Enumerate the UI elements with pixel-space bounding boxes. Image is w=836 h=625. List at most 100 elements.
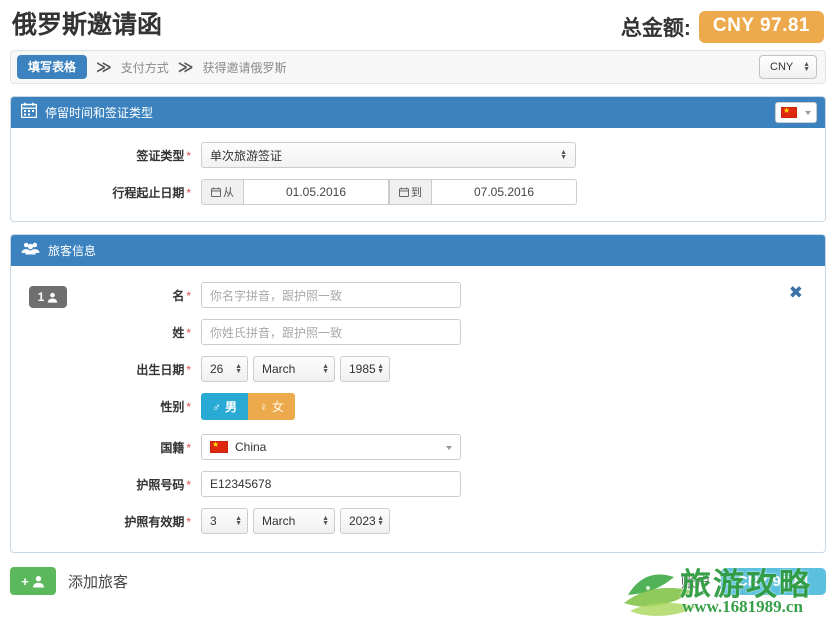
nationality-row: 国籍* China (71, 434, 789, 460)
add-passenger-group[interactable]: + 添加旅客 (10, 567, 128, 595)
total-label: 总金额: (620, 17, 691, 40)
spinner-arrows-icon: ▲ ▼ (560, 149, 567, 161)
passport-expiry-month-select[interactable]: March ▲ ▼ (253, 508, 335, 534)
nationality-value: China (235, 440, 267, 454)
last-name-control: 你姓氏拼音，跟护照一致 (201, 319, 461, 345)
currency-select-value: CNY (770, 61, 794, 73)
visa-type-select-value: 单次旅游签证 (210, 148, 283, 163)
add-user-icon (32, 575, 44, 588)
trip-date-to-addon: 到 (389, 179, 431, 205)
birth-date-control: 26 ▲ ▼ March ▲ ▼ 1985 ▲ ▼ (201, 356, 395, 382)
last-name-input[interactable]: 你姓氏拼音，跟护照一致 (201, 319, 461, 345)
first-name-control: 你名字拼音，跟护照一致 (201, 282, 461, 308)
steps-bar: 填写表格 ≫ 支付方式 ≫ 获得邀请俄罗斯 CNY ▲ ▼ (10, 50, 826, 84)
visa-type-label: 签证类型 * (11, 147, 201, 164)
cn-flag-icon (210, 439, 228, 453)
trip-dates-label-text: 行程起止日期 (112, 185, 185, 200)
birth-year-select[interactable]: 1985 ▲ ▼ (340, 356, 390, 382)
calendar-icon (20, 102, 38, 123)
step-fill-form[interactable]: 填写表格 (17, 55, 88, 79)
passport-number-control: E12345678 (201, 471, 461, 497)
app-root: 俄罗斯邀请函 总金额: CNY 97.81 填写表格 ≫ 支付方式 ≫ 获得邀请… (0, 0, 836, 625)
currency-select[interactable]: CNY ▲ ▼ (759, 55, 817, 79)
trip-date-to-addon-text: 到 (411, 187, 422, 199)
trip-date-from-addon-text: 从 (223, 187, 234, 199)
gender-label-text: 性别 (160, 400, 185, 414)
passenger-badge-wrap: 1 (11, 282, 71, 308)
page-title: 俄罗斯邀请函 (12, 11, 163, 39)
birth-date-label: 出生日期 * (71, 361, 201, 378)
passport-expiry-day-select[interactable]: 3 ▲ ▼ (201, 508, 248, 534)
required-marker: * (186, 185, 191, 200)
visa-panel: 停留时间和签证类型 签证类型* 单次旅游签证 ▲▼ 行程起止日期* (10, 96, 826, 222)
calendar-small-icon (399, 187, 409, 197)
calendar-small-icon (211, 187, 221, 197)
visa-panel-body: 签证类型 * 单次旅游签证 ▲ ▼ 行程起止日期 * 从 01.05.2016 … (11, 128, 825, 221)
birth-month-select[interactable]: March ▲ ▼ (253, 356, 335, 382)
spinner-arrows-icon: ▲ ▼ (322, 515, 329, 527)
female-symbol-icon: ♀ (259, 399, 269, 414)
passport-expiry-label-text: 护照有效期 (124, 514, 185, 529)
visa-panel-header: 停留时间和签证类型 (11, 97, 825, 128)
birth-date-label-text: 出生日期 (136, 362, 185, 377)
nationality-select[interactable]: China (201, 434, 461, 460)
passport-expiry-day-value: 3 (210, 514, 217, 528)
visa-panel-title: 停留时间和签证类型 (45, 106, 154, 120)
passenger-panel-body: 1 名 * 你名字拼音，跟护照一致 姓 * 你姓氏拼音，跟护照一致 出生日期 *… (11, 266, 825, 552)
spinner-arrows-icon: ▲ ▼ (235, 363, 242, 375)
required-marker: * (186, 440, 191, 455)
required-marker: * (186, 148, 191, 163)
passport-number-input[interactable]: E12345678 (201, 471, 461, 497)
passenger-panel-header: 旅客信息 (11, 235, 825, 266)
visa-type-select[interactable]: 单次旅游签证 ▲ ▼ (201, 142, 576, 168)
steps-list: 填写表格 ≫ 支付方式 ≫ 获得邀请俄罗斯 (17, 55, 286, 79)
language-flag-select[interactable] (775, 102, 817, 123)
passport-number-row: 护照号码 * E12345678 (71, 471, 789, 497)
gender-male-button[interactable]: ♂ 男 (201, 393, 249, 420)
trip-date-to-input[interactable]: 07.05.2016 (431, 179, 577, 205)
add-passenger-button[interactable]: + (10, 567, 56, 595)
first-name-label-text: 名 (172, 288, 185, 303)
last-name-row: 姓 * 你姓氏拼音，跟护照一致 (71, 319, 789, 345)
first-name-input[interactable]: 你名字拼音，跟护照一致 (201, 282, 461, 308)
spinner-arrows-icon: ▲ ▼ (803, 61, 810, 73)
visa-type-row: 签证类型 * 单次旅游签证 ▲ ▼ (11, 142, 825, 168)
first-name-row: 名 * 你名字拼音，跟护照一致 (71, 282, 789, 308)
gender-female-button[interactable]: ♀ 女 (248, 393, 296, 420)
step-payment-method[interactable]: 支付方式 (121, 59, 169, 76)
passenger-panel: 旅客信息 1 名 * 你名字拼音，跟护照一致 姓 * 你姓氏拼音，跟护照一致 出… (10, 234, 826, 553)
chevron-down-icon (805, 111, 811, 115)
pay-amount-badge[interactable]: CNY 97.81 (720, 567, 826, 595)
visa-panel-header-left: 停留时间和签证类型 (20, 102, 154, 123)
required-marker: * (186, 288, 191, 303)
passenger-panel-title: 旅客信息 (48, 244, 97, 258)
visa-type-control: 单次旅游签证 ▲ ▼ (201, 142, 576, 168)
step-get-invitation[interactable]: 获得邀请俄罗斯 (202, 59, 286, 76)
trip-dates-control: 从 01.05.2016 到 07.05.2016 (201, 179, 577, 205)
required-marker: * (186, 362, 191, 377)
gender-row: 性别 * ♂ 男 ♀ 女 (71, 393, 789, 420)
last-name-label-text: 姓 (172, 325, 185, 340)
passport-expiry-year-select[interactable]: 2023 ▲ ▼ (340, 508, 390, 534)
add-passenger-label: 添加旅客 (68, 573, 129, 591)
trip-date-from-input[interactable]: 01.05.2016 (243, 179, 389, 205)
footer-right-group: 账户 CNY 97.81 (681, 567, 826, 595)
gender-male-label: 男 (225, 400, 238, 414)
birth-date-row: 出生日期 * 26 ▲ ▼ March ▲ ▼ 1985 ▲ ▼ (71, 356, 789, 382)
trip-dates-row: 行程起止日期 * 从 01.05.2016 到 07.05.2016 (11, 179, 825, 205)
birth-year-value: 1985 (349, 362, 376, 376)
remove-passenger-button[interactable]: ✖ (789, 283, 803, 303)
cn-flag-icon (781, 105, 797, 118)
nationality-control: China (201, 434, 461, 460)
passport-expiry-year-value: 2023 (349, 514, 376, 528)
passport-expiry-label: 护照有效期 * (71, 513, 201, 530)
birth-day-select[interactable]: 26 ▲ ▼ (201, 356, 248, 382)
passport-expiry-month-value: March (262, 514, 296, 528)
required-marker: * (186, 400, 191, 414)
required-marker: * (186, 514, 191, 529)
male-symbol-icon: ♂ (212, 399, 221, 414)
spinner-arrows-icon: ▲ ▼ (377, 515, 384, 527)
passport-number-label-text: 护照号码 (136, 477, 185, 492)
first-name-label: 名 * (71, 287, 201, 304)
passport-expiry-control: 3 ▲ ▼ March ▲ ▼ 2023 ▲ ▼ (201, 508, 395, 534)
